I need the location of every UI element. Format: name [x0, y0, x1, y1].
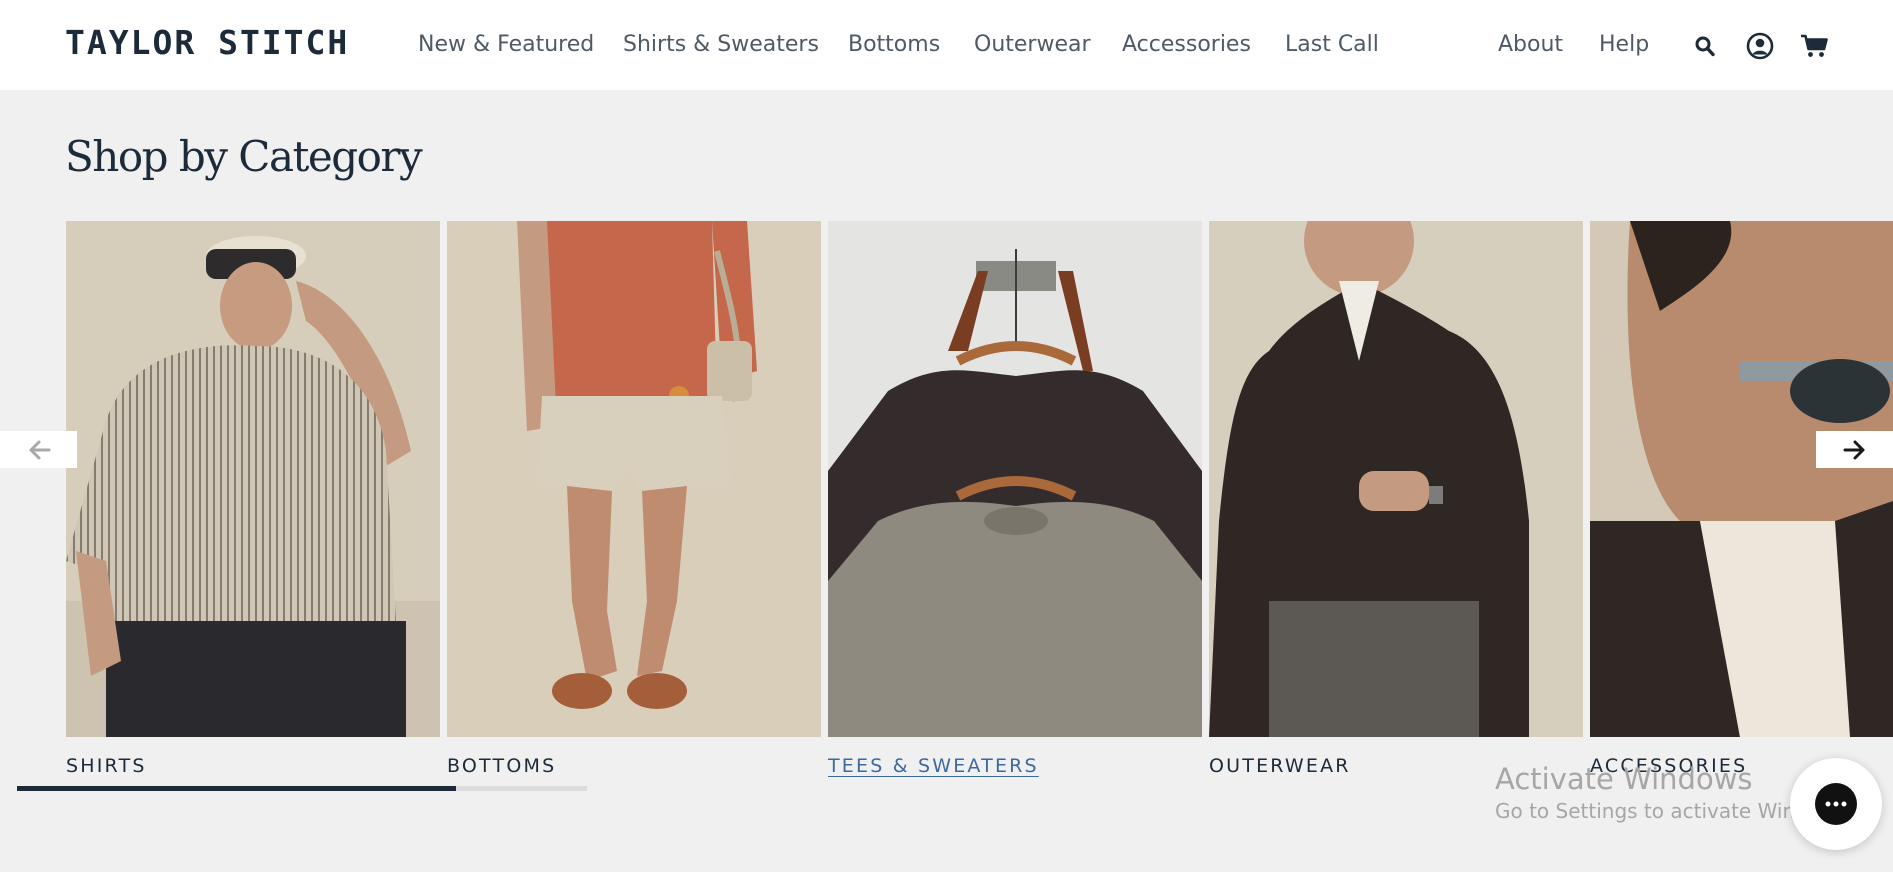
- chat-icon: [1815, 783, 1857, 825]
- category-label-tees-sweaters[interactable]: TEES & SWEATERS: [828, 754, 1039, 778]
- accessories-photo: [1590, 221, 1893, 737]
- carousel-next-button[interactable]: [1816, 431, 1893, 468]
- cart-icon[interactable]: [1800, 33, 1828, 59]
- nav-help[interactable]: Help: [1599, 30, 1649, 60]
- carousel-progress[interactable]: [17, 786, 587, 791]
- arrow-right-icon: [1843, 440, 1864, 459]
- search-icon[interactable]: [1695, 36, 1715, 57]
- section-title: Shop by Category: [65, 132, 423, 181]
- arrow-left-icon: [29, 440, 50, 459]
- nav-accessories[interactable]: Accessories: [1122, 30, 1251, 60]
- outerwear-photo: [1209, 221, 1583, 737]
- shirts-photo: [66, 221, 440, 737]
- carousel-progress-fill: [17, 786, 456, 791]
- nav-new-featured[interactable]: New & Featured: [418, 30, 594, 60]
- nav-about[interactable]: About: [1498, 30, 1563, 60]
- carousel-prev-button[interactable]: [0, 431, 77, 468]
- bottoms-photo: [447, 221, 821, 737]
- chat-button[interactable]: [1790, 758, 1882, 850]
- nav-shirts-sweaters[interactable]: Shirts & Sweaters: [623, 30, 819, 60]
- category-label-accessories[interactable]: ACCESSORIES: [1590, 754, 1747, 778]
- site-header: TAYLOR STITCH New & Featured Shirts & Sw…: [0, 0, 1893, 90]
- category-label-shirts[interactable]: SHIRTS: [66, 754, 147, 778]
- nav-last-call[interactable]: Last Call: [1285, 30, 1379, 60]
- nav-bottoms[interactable]: Bottoms: [848, 30, 940, 60]
- account-icon[interactable]: [1746, 32, 1774, 60]
- category-label-outerwear[interactable]: OUTERWEAR: [1209, 754, 1351, 778]
- tees-sweaters-photo: [828, 221, 1202, 737]
- category-label-bottoms[interactable]: BOTTOMS: [447, 754, 556, 778]
- brand-logo[interactable]: TAYLOR STITCH: [65, 24, 349, 62]
- nav-outerwear[interactable]: Outerwear: [974, 30, 1091, 60]
